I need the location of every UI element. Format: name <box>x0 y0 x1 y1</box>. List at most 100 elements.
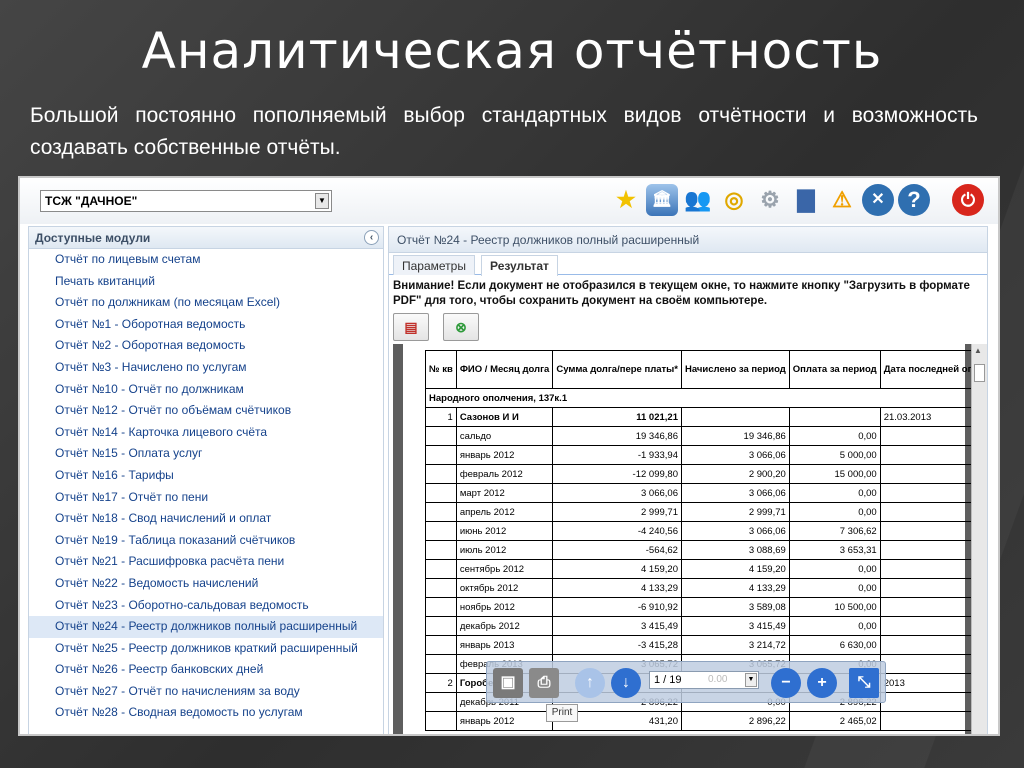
module-item[interactable]: Отчёт №27 - Отчёт по начислениям за воду <box>29 681 383 703</box>
module-item[interactable]: Отчёт №15 - Оплата услуг <box>29 443 383 465</box>
excel-icon: ⊗ <box>455 319 467 335</box>
module-item[interactable]: Отчёт №2 - Оборотная ведомость <box>29 335 383 357</box>
zoom-out-icon[interactable]: − <box>771 668 801 698</box>
chevron-down-icon[interactable]: ▼ <box>745 673 757 687</box>
module-item[interactable]: Отчёт №21 - Расшифровка расчёта пени <box>29 551 383 573</box>
save-icon[interactable]: ▣ <box>493 668 523 698</box>
module-item[interactable]: Отчёт №23 - Оборотно-сальдовая ведомость <box>29 595 383 617</box>
module-item[interactable]: Отчёт по должникам (по месяцам Excel) <box>29 292 383 314</box>
users-icon[interactable]: 👥 <box>682 184 714 216</box>
table-cell: январь 2013 <box>455 635 554 655</box>
table-cell: 2 <box>425 673 457 693</box>
table-cell: 3 066,06 <box>552 483 682 503</box>
table-cell: 19 346,86 <box>552 426 682 446</box>
chevron-down-icon[interactable]: ▼ <box>315 193 329 209</box>
table-row: февраль 2012 -12 099,80 2 900,20 15 000,00 <box>425 464 987 484</box>
tab-result[interactable]: Результат <box>481 255 558 276</box>
module-item[interactable]: Отчёт №18 - Свод начислений и оплат <box>29 508 383 530</box>
module-item[interactable]: Отчёт №14 - Карточка лицевого счёта <box>29 422 383 444</box>
coins-icon[interactable]: ◎ <box>718 184 750 216</box>
report-group-row: Народного ополчения, 137к.1 <box>424 388 987 408</box>
star-icon[interactable]: ★ <box>610 184 642 216</box>
module-item[interactable]: Отчёт по лицевым счетам <box>29 249 383 271</box>
chart-icon[interactable]: ▇ <box>790 184 822 216</box>
module-item[interactable]: Отчёт №25 - Реестр должников краткий рас… <box>29 638 383 660</box>
table-cell: декабрь 2012 <box>455 616 554 636</box>
table-cell: 4 133,29 <box>680 578 790 598</box>
print-icon[interactable]: ⎙ <box>529 668 559 698</box>
module-item[interactable]: Отчёт №17 - Отчёт по пени <box>29 487 383 509</box>
table-cell: апрель 2012 <box>455 502 554 522</box>
table-cell: январь 2012 <box>455 711 554 731</box>
zoom-in-icon[interactable]: + <box>807 668 837 698</box>
module-item[interactable]: Отчёт №12 - Отчёт по объёмам счётчиков <box>29 400 383 422</box>
page-number-input[interactable]: 1 / 19 0.00 ▼ <box>649 671 759 689</box>
power-icon[interactable]: ⏻ <box>952 184 984 216</box>
modules-panel-header: Доступные модули ‹ <box>29 227 383 249</box>
fit-page-icon[interactable]: ⤡ <box>849 668 879 698</box>
app-screenshot: ТСЖ "ДАЧНОЕ" ▼ ★ 🏛 👥 ◎ ⚙ ▇ ⚠ ✕ ? ⏻ Досту… <box>18 176 1000 736</box>
pdf-download-button[interactable]: ▤ <box>393 313 429 341</box>
organization-select[interactable]: ТСЖ "ДАЧНОЕ" ▼ <box>40 190 332 212</box>
module-item[interactable]: Отчёт №19 - Таблица показаний счётчиков <box>29 530 383 552</box>
table-cell: -6 910,92 <box>552 597 682 617</box>
scrollbar-thumb[interactable] <box>974 364 985 382</box>
table-row: март 2012 3 066,06 3 066,06 0,00 <box>425 483 987 503</box>
table-cell <box>425 502 457 522</box>
excel-download-button[interactable]: ⊗ <box>443 313 479 341</box>
table-cell: 4 159,20 <box>680 559 790 579</box>
table-cell <box>425 540 457 560</box>
warning-icon[interactable]: ⚠ <box>826 184 858 216</box>
table-cell <box>425 654 457 674</box>
table-cell: 15 000,00 <box>788 464 881 484</box>
table-cell: 0,00 <box>788 502 881 522</box>
table-row: декабрь 2012 3 415,49 3 415,49 0,00 <box>425 616 987 636</box>
module-item[interactable]: Отчёт №26 - Реестр банковских дней <box>29 659 383 681</box>
report-panel-title: Отчёт №24 - Реестр должников полный расш… <box>389 227 987 253</box>
arrow-down-icon[interactable]: ↓ <box>611 668 641 698</box>
slide-title: Аналитическая отчётность <box>141 22 883 80</box>
table-cell: Сазонов И И <box>455 407 554 427</box>
table-cell: 3 088,69 <box>680 540 790 560</box>
table-cell: -1 933,94 <box>552 445 682 465</box>
table-cell <box>425 559 457 579</box>
collapse-icon[interactable]: ‹ <box>364 230 379 245</box>
module-item[interactable]: Отчёт №10 - Отчёт по должникам <box>29 379 383 401</box>
table-row: октябрь 2012 4 133,29 4 133,29 0,00 <box>425 578 987 598</box>
table-row: январь 2012 431,20 2 896,22 2 465,02 <box>425 711 987 731</box>
table-row: январь 2012 -1 933,94 3 066,06 5 000,00 <box>425 445 987 465</box>
module-item[interactable]: Отчёт №3 - Начислено по услугам <box>29 357 383 379</box>
gears-icon[interactable]: ⚙ <box>754 184 786 216</box>
report-column-header: Начислено за период <box>680 350 790 389</box>
table-cell: 3 415,49 <box>552 616 682 636</box>
table-cell: 10 500,00 <box>788 597 881 617</box>
scroll-up-icon[interactable]: ▲ <box>974 346 982 355</box>
arrow-up-icon[interactable]: ↑ <box>575 668 605 698</box>
table-cell <box>425 616 457 636</box>
module-item[interactable]: Отчёт №24 - Реестр должников полный расш… <box>29 616 383 638</box>
vertical-scrollbar[interactable]: ▲ <box>971 344 987 734</box>
table-cell: -564,62 <box>552 540 682 560</box>
table-cell: 3 066,06 <box>680 483 790 503</box>
module-item[interactable]: Отчёт №1 - Оборотная ведомость <box>29 314 383 336</box>
help-icon[interactable]: ? <box>898 184 930 216</box>
report-tabs: Параметры Результат <box>389 253 987 276</box>
module-item[interactable]: Отчёт №16 - Тарифы <box>29 465 383 487</box>
table-cell: 2 896,22 <box>680 711 790 731</box>
table-row: апрель 2012 2 999,71 2 999,71 0,00 <box>425 502 987 522</box>
tools-icon[interactable]: ✕ <box>862 184 894 216</box>
table-cell: 3 066,06 <box>680 521 790 541</box>
table-cell: 5 000,00 <box>788 445 881 465</box>
module-item[interactable]: Отчёт №22 - Ведомость начислений <box>29 573 383 595</box>
table-row: июль 2012 -564,62 3 088,69 3 653,31 <box>425 540 987 560</box>
table-row: сальдо 19 346,86 19 346,86 0,00 <box>425 426 987 446</box>
table-cell <box>425 692 457 712</box>
tab-parameters[interactable]: Параметры <box>393 255 475 275</box>
bank-icon[interactable]: 🏛 <box>646 184 678 216</box>
table-cell: июль 2012 <box>455 540 554 560</box>
module-item[interactable]: Отчёт №28 - Сводная ведомость по услугам <box>29 702 383 724</box>
table-cell: 19 346,86 <box>680 426 790 446</box>
report-column-header: Сумма долга/пере платы* <box>552 350 682 389</box>
pdf-icon: ▤ <box>404 319 418 335</box>
module-item[interactable]: Печать квитанций <box>29 271 383 293</box>
